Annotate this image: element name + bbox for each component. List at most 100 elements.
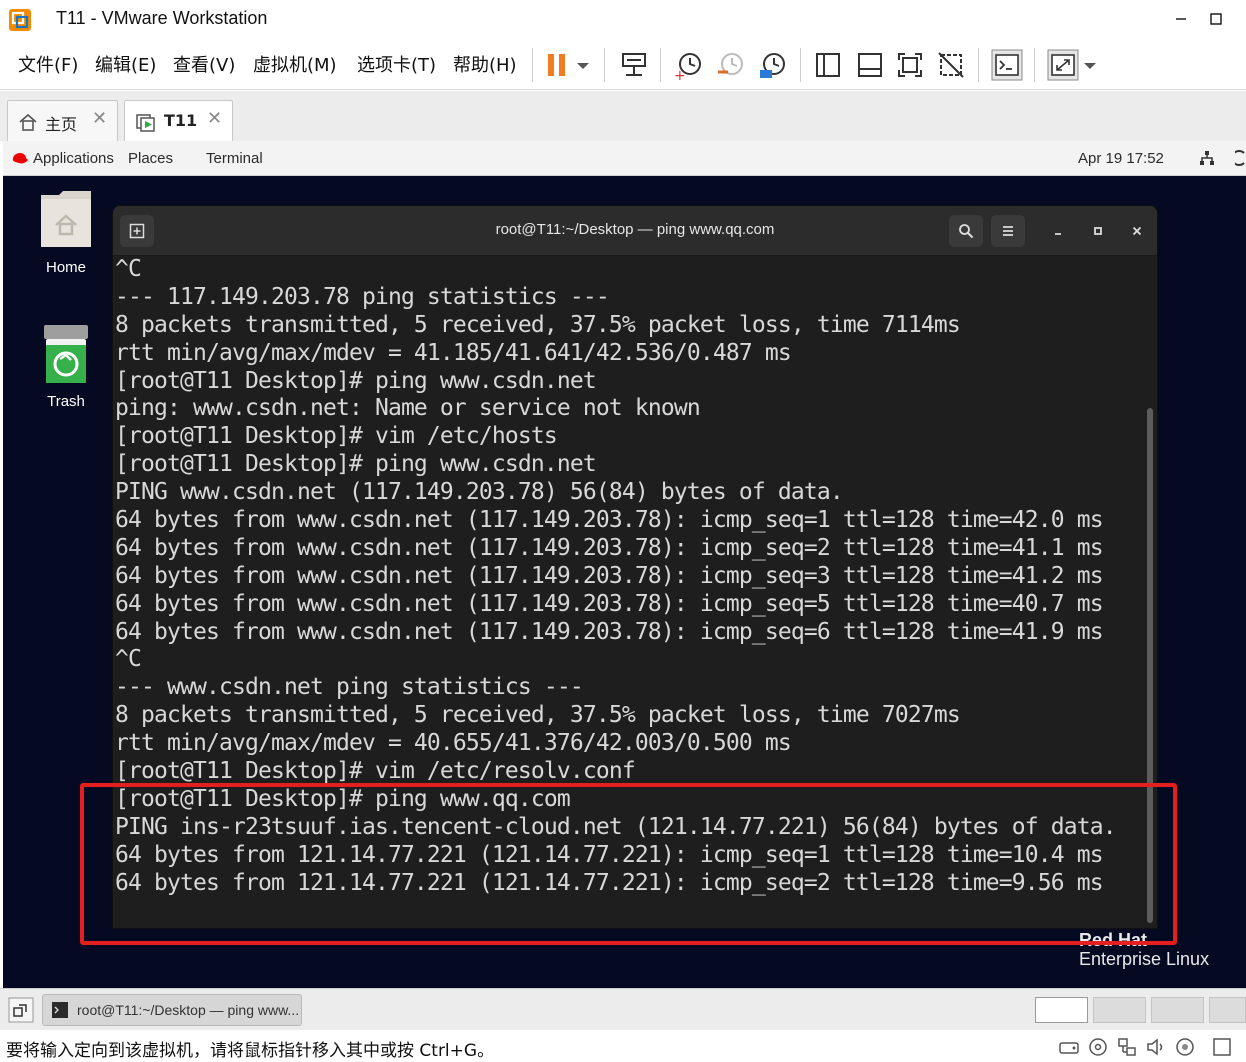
terminal-line: [root@T11 Desktop]# vim /etc/hosts <box>115 423 558 450</box>
console-view-icon[interactable] <box>990 48 1024 82</box>
pause-icon[interactable] <box>542 48 576 82</box>
terminal-line: --- www.csdn.net ping statistics --- <box>115 674 584 701</box>
terminal-line: 64 bytes from www.csdn.net (117.149.203.… <box>115 590 1104 617</box>
show-thumbnail-icon[interactable] <box>853 48 887 82</box>
terminal-line: ^C <box>115 646 142 673</box>
menu-file[interactable]: 文件(F) <box>18 51 78 77</box>
display-icon[interactable] <box>1211 1036 1233 1058</box>
terminal-line: ^C <box>115 256 142 282</box>
tab-t11-label: T11 <box>164 111 198 130</box>
terminal-line: PING www.csdn.net (117.149.203.78) 56(84… <box>115 479 844 506</box>
maximize-icon <box>1210 13 1222 25</box>
workspace-1[interactable] <box>1035 997 1088 1023</box>
tab-home[interactable]: 主页 ✕ <box>7 100 118 141</box>
vm-running-icon <box>136 114 155 132</box>
toolbar-separator <box>800 48 801 82</box>
taskbar-terminal-item[interactable]: root@T11:~/Desktop — ping www... <box>42 994 302 1026</box>
sound-icon[interactable] <box>1145 1036 1167 1058</box>
cd-dvd-icon[interactable] <box>1087 1036 1109 1058</box>
minimize-icon <box>1055 233 1061 235</box>
usb-icon[interactable] <box>1174 1036 1196 1058</box>
clock[interactable]: Apr 19 17:52 <box>1078 150 1164 167</box>
terminal-minimize-button[interactable] <box>1041 215 1075 247</box>
terminal-line: [root@T11 Desktop]# ping www.csdn.net <box>115 451 597 478</box>
tab-t11[interactable]: T11 ✕ <box>124 100 233 141</box>
toolbar-separator <box>660 48 661 82</box>
terminal-line: 8 packets transmitted, 5 received, 37.5%… <box>115 311 961 338</box>
vmware-statusbar: 要将输入定向到该虚拟机，请将鼠标指针移入其中或按 Ctrl+G。 <box>0 1030 1246 1062</box>
toolbar-separator <box>604 48 605 82</box>
stretch-guest-icon[interactable] <box>1046 48 1080 82</box>
desktop-icon-home[interactable]: Home <box>36 189 96 276</box>
terminal-menu[interactable]: Terminal <box>206 150 263 167</box>
maximize-icon <box>1094 227 1102 235</box>
terminal-line: rtt min/avg/max/mdev = 41.185/41.641/42.… <box>115 339 792 366</box>
gnome-topbar: Applications Places Terminal Apr 19 17:5… <box>3 141 1246 176</box>
minimize-icon <box>1176 18 1186 20</box>
svg-text:+: + <box>674 68 686 82</box>
pause-dropdown-icon[interactable] <box>572 48 594 82</box>
menu-view[interactable]: 查看(V) <box>173 51 235 77</box>
terminal-line: --- 117.149.203.78 ping statistics --- <box>115 283 610 310</box>
workspace-4[interactable] <box>1209 997 1246 1023</box>
revert-snapshot-icon[interactable] <box>714 48 748 82</box>
maximize-button[interactable] <box>1203 6 1229 32</box>
terminal-close-button[interactable] <box>1120 215 1154 247</box>
workspace-3[interactable] <box>1151 997 1204 1023</box>
search-icon <box>959 224 974 239</box>
snapshot-manager-icon[interactable] <box>756 48 790 82</box>
window-title: T11 - VMware Workstation <box>56 8 268 28</box>
redhat-logo-icon <box>12 153 28 164</box>
close-icon[interactable]: ✕ <box>92 108 107 129</box>
terminal-line: 64 bytes from www.csdn.net (117.149.203.… <box>115 507 1104 534</box>
send-ctrl-alt-del-icon[interactable] <box>617 48 651 82</box>
terminal-line: 8 packets transmitted, 5 received, 37.5%… <box>115 702 961 729</box>
vmware-titlebar: T11 - VMware Workstation <box>0 0 1246 40</box>
vmware-app-icon <box>9 9 31 31</box>
show-sidebar-icon[interactable] <box>811 48 845 82</box>
trash-icon-label: Trash <box>47 393 85 410</box>
home-folder-icon <box>41 191 91 247</box>
menu-edit[interactable]: 编辑(E) <box>95 51 156 77</box>
desktop-icon-trash[interactable]: Trash <box>36 323 96 410</box>
terminal-line: 64 bytes from www.csdn.net (117.149.203.… <box>115 618 1104 645</box>
minimize-button[interactable] <box>1168 6 1194 32</box>
places-menu[interactable]: Places <box>128 150 173 167</box>
terminal-maximize-button[interactable] <box>1081 215 1115 247</box>
applications-menu[interactable]: Applications <box>33 150 114 167</box>
home-icon-label: Home <box>45 259 86 276</box>
terminal-line: 64 bytes from www.csdn.net (117.149.203.… <box>115 534 1104 561</box>
taskbar-terminal-label: root@T11:~/Desktop — ping www... <box>77 1002 300 1018</box>
tab-bar: 主页 ✕ T11 ✕ <box>0 91 1246 141</box>
menu-toolbar: 文件(F) 编辑(E) 查看(V) 虚拟机(M) 选项卡(T) 帮助(H) + <box>0 40 1246 90</box>
menu-tabs[interactable]: 选项卡(T) <box>357 51 436 77</box>
terminal-line: [root@T11 Desktop]# ping www.csdn.net <box>115 367 597 394</box>
terminal-icon <box>52 1002 68 1018</box>
menu-vm[interactable]: 虚拟机(M) <box>253 51 337 77</box>
network-icon[interactable] <box>1199 150 1215 166</box>
workspace-2[interactable] <box>1093 997 1146 1023</box>
status-message: 要将输入定向到该虚拟机，请将鼠标指针移入其中或按 Ctrl+G。 <box>6 1041 495 1061</box>
network-adapter-icon[interactable] <box>1116 1036 1138 1058</box>
menu-help[interactable]: 帮助(H) <box>453 51 517 77</box>
snapshot-icon[interactable]: + <box>672 48 706 82</box>
hard-disk-icon[interactable] <box>1058 1036 1080 1058</box>
close-icon[interactable]: ✕ <box>207 108 222 129</box>
show-desktop-icon[interactable] <box>8 997 34 1023</box>
terminal-line: [root@T11 Desktop]# vim /etc/resolv.conf <box>115 758 636 785</box>
stretch-dropdown-icon[interactable] <box>1080 48 1100 82</box>
terminal-header: root@T11:~/Desktop — ping www.qq.com <box>113 206 1157 256</box>
trash-icon <box>44 325 88 383</box>
toolbar-separator <box>1034 48 1035 82</box>
brand-subtitle: Enterprise Linux <box>1079 949 1210 969</box>
search-button[interactable] <box>949 215 983 247</box>
full-screen-icon[interactable] <box>893 48 927 82</box>
tab-home-label: 主页 <box>45 115 78 134</box>
power-menu-icon[interactable] <box>1235 150 1246 166</box>
hamburger-icon <box>1003 226 1013 236</box>
unity-icon[interactable] <box>934 48 968 82</box>
toolbar-separator <box>978 48 979 82</box>
highlight-annotation-box <box>80 783 1177 945</box>
close-icon <box>1132 226 1142 236</box>
menu-button[interactable] <box>991 215 1025 247</box>
